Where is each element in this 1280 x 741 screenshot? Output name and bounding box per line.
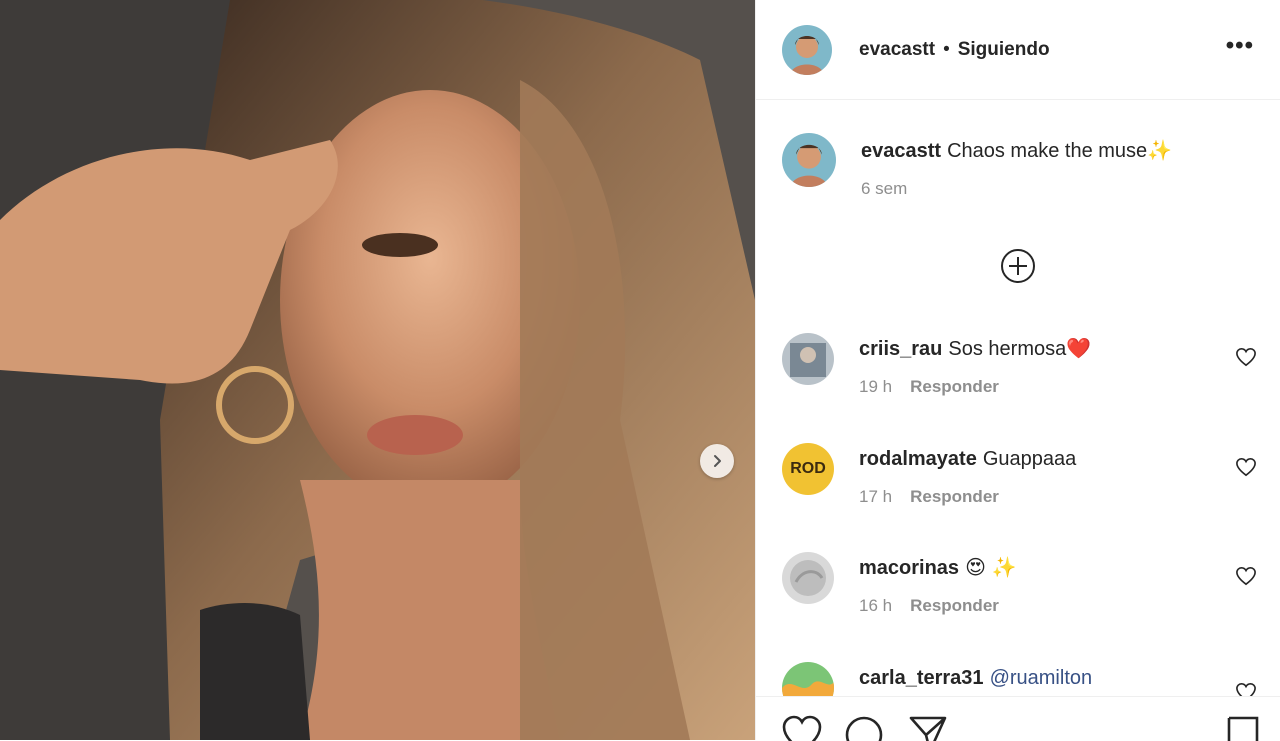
share-icon[interactable] bbox=[908, 715, 948, 741]
author-avatar[interactable] bbox=[782, 24, 832, 75]
comment-username[interactable]: carla_terra31 bbox=[859, 667, 984, 689]
comment-mention[interactable]: @ruamilton bbox=[990, 667, 1093, 689]
comment-text: Sos hermosa bbox=[948, 338, 1067, 360]
post-caption: evacastt Chaos make the muse✨ 6 sem bbox=[782, 133, 1172, 199]
comment-username[interactable]: criis_rau bbox=[859, 338, 942, 360]
post-actions-bar bbox=[756, 696, 1280, 741]
commenter-avatar[interactable]: ROD bbox=[782, 443, 834, 495]
comment-icon[interactable] bbox=[844, 715, 884, 741]
chevron-right-icon bbox=[714, 455, 721, 467]
heart-icon[interactable] bbox=[1235, 682, 1257, 696]
more-icon[interactable]: ••• bbox=[1226, 32, 1254, 60]
caption-line: evacastt Chaos make the muse✨ bbox=[861, 139, 1172, 163]
comment-meta: 16 h Responder bbox=[859, 596, 1016, 616]
add-circle-icon bbox=[1001, 249, 1035, 283]
comment-time[interactable]: 17 h bbox=[859, 487, 892, 506]
comment-body: rodalmayate Guappaaa 17 h Responder bbox=[859, 443, 1076, 507]
comment-line: macorinas 😍 ✨ bbox=[859, 556, 1016, 580]
next-photo-button[interactable] bbox=[700, 444, 734, 478]
comment-username[interactable]: macorinas bbox=[859, 557, 959, 579]
heart-icon[interactable] bbox=[1235, 457, 1257, 477]
heart-icon[interactable] bbox=[1235, 347, 1257, 367]
comment-item: criis_rau Sos hermosa❤️ 19 h Responder bbox=[782, 333, 1257, 397]
commenter-avatar[interactable] bbox=[782, 552, 834, 604]
post-sidebar: evacastt • Siguiendo ••• evacasttChaos bbox=[755, 0, 1280, 741]
save-icon[interactable] bbox=[1226, 715, 1260, 741]
comment-time[interactable]: 19 h bbox=[859, 377, 892, 396]
comment-emoji: 😍 ✨ bbox=[965, 557, 1017, 579]
heart-icon[interactable] bbox=[1235, 566, 1257, 586]
follow-status-button[interactable]: Siguiendo bbox=[958, 39, 1050, 61]
separator-dot: • bbox=[943, 38, 950, 60]
comment-line: carla_terra31 @ruamilton bbox=[859, 666, 1092, 690]
caption-emoji: ✨ bbox=[1147, 140, 1173, 162]
comment-body: carla_terra31 @ruamilton bbox=[859, 662, 1092, 696]
comment-meta: 19 h Responder bbox=[859, 377, 1091, 397]
comment-username[interactable]: rodalmayate bbox=[859, 448, 977, 470]
comment-emoji: ❤️ bbox=[1066, 338, 1092, 360]
author-username[interactable]: evacastt bbox=[859, 39, 935, 61]
comment-meta: 17 h Responder bbox=[859, 487, 1076, 507]
reply-button[interactable]: Responder bbox=[910, 377, 999, 396]
comment-line: criis_rau Sos hermosa❤️ bbox=[859, 337, 1091, 361]
commenter-avatar[interactable] bbox=[782, 333, 834, 385]
comment-item: ROD rodalmayate Guappaaa 17 h Responder bbox=[782, 443, 1257, 507]
comment-item: carla_terra31 @ruamilton bbox=[782, 662, 1257, 696]
caption-time[interactable]: 6 sem bbox=[861, 179, 907, 198]
heart-icon[interactable] bbox=[782, 715, 822, 741]
commenter-avatar[interactable] bbox=[782, 662, 834, 696]
comment-body: macorinas 😍 ✨ 16 h Responder bbox=[859, 552, 1016, 616]
comment-time[interactable]: 16 h bbox=[859, 596, 892, 615]
reply-button[interactable]: Responder bbox=[910, 596, 999, 615]
post-photo[interactable] bbox=[0, 0, 755, 740]
post-header: evacastt • Siguiendo ••• bbox=[756, 0, 1280, 100]
photo-illustration bbox=[0, 0, 755, 740]
caption-text: Chaos make the muse bbox=[947, 140, 1148, 162]
comment-body: criis_rau Sos hermosa❤️ 19 h Responder bbox=[859, 333, 1091, 397]
comment-text: Guappaaa bbox=[982, 448, 1077, 470]
caption-username[interactable]: evacastt bbox=[861, 140, 941, 162]
caption-body: evacastt Chaos make the muse✨ 6 sem bbox=[861, 133, 1172, 199]
comments-section: evacastt Chaos make the muse✨ 6 sem crii… bbox=[756, 100, 1280, 696]
comment-line: rodalmayate Guappaaa bbox=[859, 447, 1076, 471]
caption-avatar[interactable] bbox=[782, 133, 836, 187]
instagram-post: evacastt • Siguiendo ••• evacasttChaos bbox=[0, 0, 1280, 741]
reply-button[interactable]: Responder bbox=[910, 487, 999, 506]
comment-item: macorinas 😍 ✨ 16 h Responder bbox=[782, 552, 1257, 616]
load-more-comments-button[interactable] bbox=[1000, 248, 1036, 284]
caption-meta: 6 sem bbox=[861, 179, 1172, 199]
